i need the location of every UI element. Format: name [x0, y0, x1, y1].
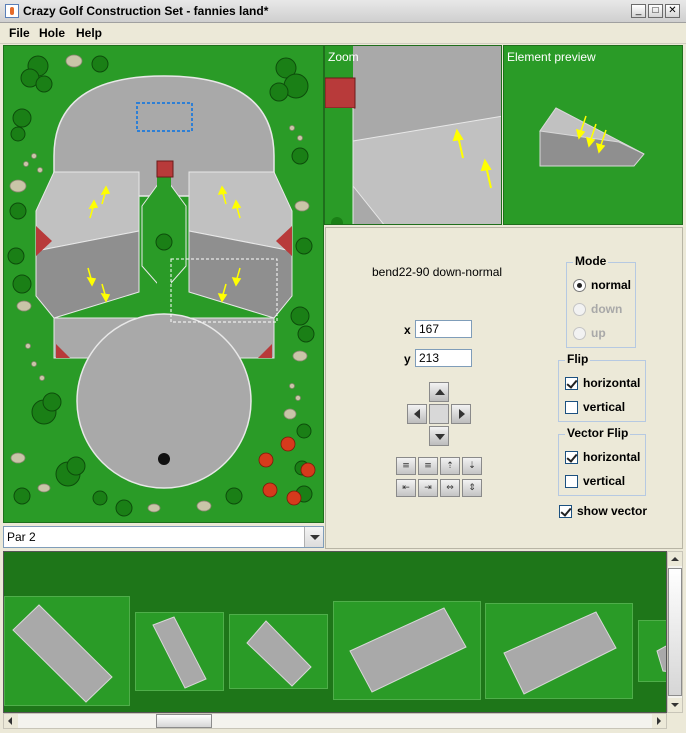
- par-value: Par 2: [7, 530, 36, 544]
- align-down-edge-icon[interactable]: ⇣: [462, 457, 482, 475]
- flip-group: Flip horizontal vertical: [558, 352, 646, 422]
- align-left-edge-icon[interactable]: ⇤: [396, 479, 416, 497]
- vector-flip-title: Vector Flip: [565, 426, 631, 440]
- element-preview-panel: Element preview: [503, 45, 683, 225]
- zoom-view: [325, 46, 501, 224]
- window-title: Crazy Golf Construction Set - fannies la…: [23, 4, 269, 18]
- arrow-right-icon: [657, 717, 661, 725]
- menu-help[interactable]: Help: [76, 26, 102, 40]
- scroll-down-button[interactable]: [668, 698, 682, 712]
- arrow-left-icon: [8, 717, 12, 725]
- x-label: x: [404, 323, 411, 337]
- palette-item-shape: [152, 616, 207, 689]
- center-button[interactable]: [429, 404, 449, 424]
- palette-item[interactable]: [4, 596, 130, 706]
- brick-block: [156, 160, 174, 178]
- radio-normal[interactable]: [573, 279, 586, 292]
- title-bar: Crazy Golf Construction Set - fannies la…: [0, 0, 686, 23]
- move-down-button[interactable]: [429, 426, 449, 446]
- move-up-button[interactable]: [429, 382, 449, 402]
- menu-hole[interactable]: Hole: [39, 26, 65, 40]
- par-dropdown[interactable]: Par 2: [3, 526, 324, 548]
- center-bush: [155, 233, 173, 251]
- align-top-icon[interactable]: ≡: [396, 457, 416, 475]
- properties-panel: bend22-90 down-normal x y ≡ ≡ ⇡ ⇣ ⇤ ⇥ ⇔ …: [325, 227, 683, 549]
- java-app-icon: [5, 4, 19, 18]
- horizontal-scroll-thumb[interactable]: [156, 714, 212, 728]
- palette-horizontal-scrollbar[interactable]: [3, 713, 667, 729]
- vertical-scroll-thumb[interactable]: [668, 568, 682, 696]
- y-label: y: [404, 352, 411, 366]
- palette-item-shape: [349, 607, 467, 693]
- palette-item-shape: [656, 645, 666, 672]
- mode-title: Mode: [573, 254, 609, 268]
- y-coordinate-input[interactable]: [415, 349, 472, 367]
- flip-horizontal-checkbox[interactable]: [565, 377, 578, 390]
- course-editor-canvas[interactable]: [3, 45, 324, 523]
- mode-group: Mode normal down up: [566, 254, 636, 348]
- arrow-down-icon: [671, 703, 679, 707]
- align-middle-icon[interactable]: ≡: [418, 457, 438, 475]
- vector-flip-vertical-label: vertical: [583, 474, 626, 488]
- palette-item-shape: [503, 611, 617, 695]
- show-vector-checkbox[interactable]: [559, 505, 572, 518]
- course-map[interactable]: [4, 46, 324, 523]
- x-coordinate-input[interactable]: [415, 320, 472, 338]
- element-preview: [539, 107, 645, 167]
- arrow-up-icon: [671, 557, 679, 561]
- center-vertical-icon[interactable]: ⇕: [462, 479, 482, 497]
- element-name: bend22-90 down-normal: [372, 265, 503, 279]
- palette-item[interactable]: [638, 620, 666, 682]
- element-palette: [3, 551, 667, 713]
- scroll-right-button[interactable]: [652, 714, 666, 728]
- vector-flip-group: Vector Flip horizontal vertical: [558, 426, 646, 496]
- preview-label: Element preview: [507, 50, 596, 64]
- palette-item[interactable]: [229, 614, 328, 689]
- move-left-button[interactable]: [407, 404, 427, 424]
- arrow-left-icon: [414, 409, 420, 419]
- flip-title: Flip: [565, 352, 591, 366]
- palette-item[interactable]: [135, 612, 224, 691]
- minimize-button[interactable]: _: [631, 4, 646, 18]
- mode-up-label: up: [591, 326, 606, 340]
- scroll-up-button[interactable]: [668, 552, 682, 566]
- mode-down-label: down: [591, 302, 623, 316]
- vector-flip-horizontal-checkbox[interactable]: [565, 451, 578, 464]
- radio-up: [573, 327, 586, 340]
- zoom-panel: Zoom: [324, 45, 502, 225]
- close-button[interactable]: ✕: [665, 4, 680, 18]
- menu-bar: File Hole Help: [0, 23, 686, 44]
- palette-item[interactable]: [333, 601, 481, 700]
- arrow-down-icon: [435, 434, 445, 440]
- center-horizontal-icon[interactable]: ⇔: [440, 479, 460, 497]
- golf-hole[interactable]: [158, 453, 170, 465]
- vector-flip-vertical-checkbox[interactable]: [565, 475, 578, 488]
- align-up-edge-icon[interactable]: ⇡: [440, 457, 460, 475]
- align-right-edge-icon[interactable]: ⇥: [418, 479, 438, 497]
- palette-vertical-scrollbar[interactable]: [667, 551, 683, 713]
- flip-vertical-label: vertical: [583, 400, 626, 414]
- flip-vertical-checkbox[interactable]: [565, 401, 578, 414]
- flip-horizontal-label: horizontal: [583, 376, 641, 390]
- menu-file[interactable]: File: [9, 26, 30, 40]
- chevron-down-icon[interactable]: [304, 527, 323, 547]
- maximize-button[interactable]: □: [648, 4, 663, 18]
- palette-item-shape: [12, 604, 113, 703]
- zoom-label: Zoom: [328, 50, 359, 64]
- arrow-up-icon: [435, 389, 445, 395]
- move-right-button[interactable]: [451, 404, 471, 424]
- arrow-right-icon: [459, 409, 465, 419]
- mode-normal-label: normal: [591, 278, 632, 292]
- radio-down: [573, 303, 586, 316]
- show-vector-label: show vector: [577, 504, 648, 518]
- scroll-left-button[interactable]: [4, 714, 18, 728]
- palette-item[interactable]: [485, 603, 633, 699]
- palette-item-shape: [246, 620, 312, 687]
- vector-flip-horizontal-label: horizontal: [583, 450, 641, 464]
